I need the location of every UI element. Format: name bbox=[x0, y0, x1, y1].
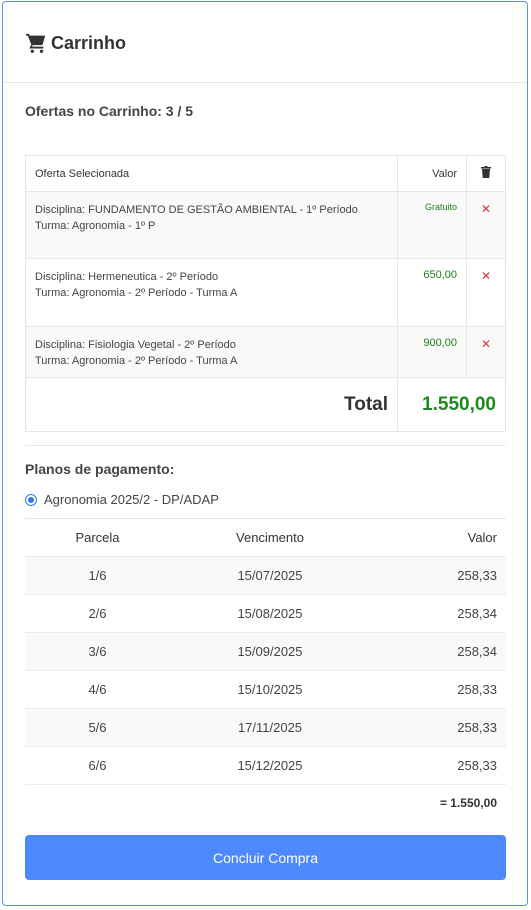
installment-row: 5/6 17/11/2025 258,33 bbox=[25, 708, 506, 747]
cart-item-description: Disciplina: FUNDAMENTO DE GESTÃO AMBIENT… bbox=[25, 191, 398, 259]
installment-number: 6/6 bbox=[25, 746, 170, 785]
installment-number: 2/6 bbox=[25, 594, 170, 633]
installment-row: 2/6 15/08/2025 258,34 bbox=[25, 594, 506, 633]
total-label: Total bbox=[25, 377, 398, 432]
item-price: Gratuito bbox=[397, 191, 467, 259]
installment-due: 15/09/2025 bbox=[170, 632, 370, 671]
item-class: Turma: Agronomia - 2º Período - Turma A bbox=[35, 355, 238, 367]
cart-table: Oferta Selecionada Valor Disciplina: FUN… bbox=[25, 155, 506, 432]
plan-radio[interactable] bbox=[25, 493, 37, 506]
payment-plans-title: Planos de pagamento: bbox=[25, 461, 175, 477]
item-price: 900,00 bbox=[397, 326, 467, 378]
remove-item-button[interactable]: ✕ bbox=[466, 191, 506, 259]
installment-number: 5/6 bbox=[25, 708, 170, 747]
installment-due: 15/12/2025 bbox=[170, 746, 370, 785]
installment-number: 1/6 bbox=[25, 556, 170, 595]
due-column-header: Vencimento bbox=[170, 518, 370, 557]
remove-item-button[interactable]: ✕ bbox=[466, 258, 506, 327]
installment-row: 3/6 15/09/2025 258,34 bbox=[25, 632, 506, 671]
cart-item: Disciplina: Fisiologia Vegetal - 2º Perí… bbox=[25, 326, 506, 378]
installment-value: 258,33 bbox=[370, 708, 506, 747]
item-discipline: Disciplina: Fisiologia Vegetal - 2º Perí… bbox=[35, 339, 236, 351]
value-column-header: Valor bbox=[370, 518, 506, 557]
installments-table: Parcela Vencimento Valor 1/6 15/07/2025 … bbox=[25, 518, 506, 821]
installment-row: 4/6 15/10/2025 258,33 bbox=[25, 670, 506, 709]
installment-number: 3/6 bbox=[25, 632, 170, 671]
cart-item: Disciplina: FUNDAMENTO DE GESTÃO AMBIENT… bbox=[25, 191, 506, 259]
remove-item-button[interactable]: ✕ bbox=[466, 326, 506, 378]
offer-column-header: Oferta Selecionada bbox=[25, 155, 398, 192]
cart-item: Disciplina: Hermeneutica - 2º Período Tu… bbox=[25, 258, 506, 327]
installment-column-header: Parcela bbox=[25, 518, 170, 557]
installment-number: 4/6 bbox=[25, 670, 170, 709]
offers-count: Ofertas no Carrinho: 3 / 5 bbox=[25, 103, 194, 119]
installments-sum: = 1.550,00 bbox=[370, 784, 506, 821]
trash-icon bbox=[481, 166, 491, 181]
value-column-header: Valor bbox=[397, 155, 467, 192]
installment-due: 15/08/2025 bbox=[170, 594, 370, 633]
installment-due: 15/10/2025 bbox=[170, 670, 370, 709]
item-discipline: Disciplina: Hermeneutica - 2º Período bbox=[35, 271, 219, 283]
complete-purchase-button[interactable]: Concluir Compra bbox=[25, 835, 506, 880]
payment-plan-option[interactable]: Agronomia 2025/2 - DP/ADAP bbox=[25, 492, 219, 507]
plan-name: Agronomia 2025/2 - DP/ADAP bbox=[44, 492, 219, 507]
installment-value: 258,33 bbox=[370, 746, 506, 785]
cart-panel: Carrinho Ofertas no Carrinho: 3 / 5 Ofer… bbox=[2, 1, 528, 906]
installments-sum-row: = 1.550,00 bbox=[25, 784, 506, 821]
radio-selected-dot bbox=[28, 496, 34, 503]
remove-column-header bbox=[466, 155, 506, 192]
item-discipline: Disciplina: FUNDAMENTO DE GESTÃO AMBIENT… bbox=[35, 204, 358, 216]
cart-item-description: Disciplina: Fisiologia Vegetal - 2º Perí… bbox=[25, 326, 398, 378]
installment-row: 1/6 15/07/2025 258,33 bbox=[25, 556, 506, 595]
installment-due: 15/07/2025 bbox=[170, 556, 370, 595]
item-price: 650,00 bbox=[397, 258, 467, 327]
installment-value: 258,34 bbox=[370, 594, 506, 633]
installment-value: 258,34 bbox=[370, 632, 506, 671]
installment-value: 258,33 bbox=[370, 556, 506, 595]
shopping-cart-icon bbox=[25, 32, 47, 54]
page-title: Carrinho bbox=[51, 32, 127, 53]
cart-item-description: Disciplina: Hermeneutica - 2º Período Tu… bbox=[25, 258, 398, 327]
cart-total-row: Total 1.550,00 bbox=[25, 377, 506, 432]
total-value: 1.550,00 bbox=[397, 377, 506, 432]
item-class: Turma: Agronomia - 1º P bbox=[35, 220, 156, 232]
item-class: Turma: Agronomia - 2º Período - Turma A bbox=[35, 287, 238, 299]
cart-header: Carrinho bbox=[3, 2, 527, 83]
section-divider bbox=[25, 445, 506, 446]
installment-due: 17/11/2025 bbox=[170, 708, 370, 747]
installment-value: 258,33 bbox=[370, 670, 506, 709]
installment-row: 6/6 15/12/2025 258,33 bbox=[25, 746, 506, 785]
